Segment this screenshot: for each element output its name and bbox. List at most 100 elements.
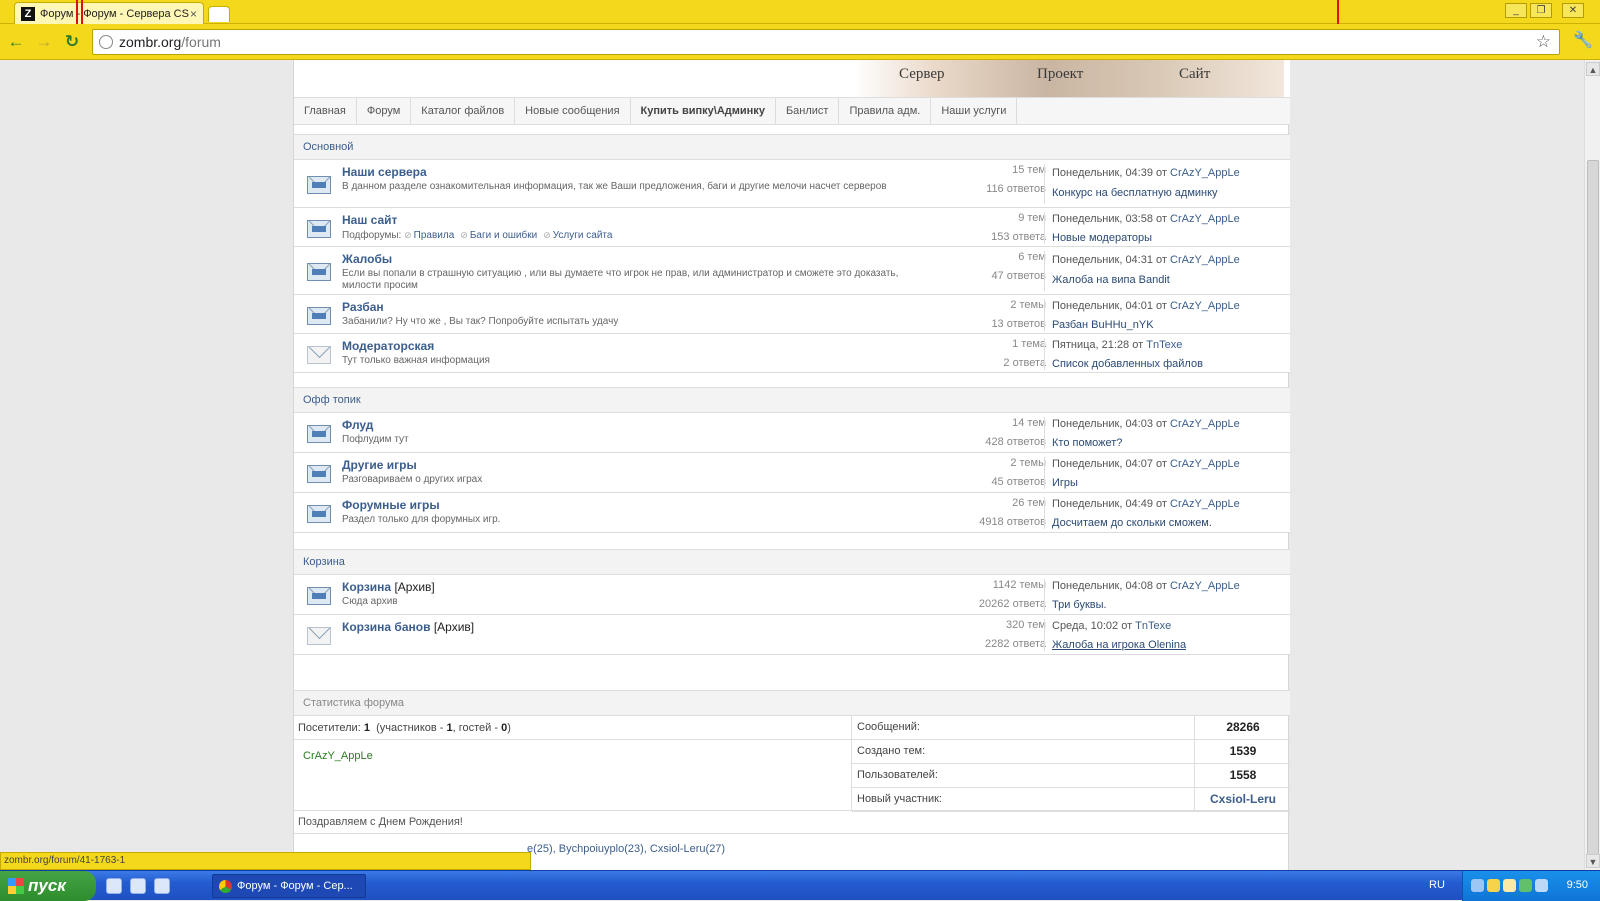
scroll-thumb[interactable] (1587, 160, 1599, 860)
banner-link-project[interactable]: Проект (1037, 66, 1083, 83)
media-icon[interactable] (154, 878, 170, 894)
tray-icon[interactable] (1519, 879, 1532, 892)
archive-label: [Архив] (394, 580, 435, 594)
stats-title: Статистика форума (294, 690, 1290, 716)
taskbar-item-browser[interactable]: Форум - Форум - Сер... (212, 874, 366, 898)
tray-icon[interactable] (1503, 879, 1516, 892)
forum-posts-count: 2 ответа (1003, 357, 1046, 369)
menu-files[interactable]: Каталог файлов (411, 98, 516, 124)
last-post-user[interactable]: TnTexe (1135, 620, 1171, 632)
banner-link-server[interactable]: Сервер (899, 66, 945, 83)
forum-title[interactable]: Другие игры (342, 458, 417, 472)
forum-description: Сюда архив (342, 596, 398, 607)
scroll-up-icon[interactable]: ▲ (1586, 62, 1600, 76)
tray-icon[interactable] (1487, 879, 1500, 892)
scroll-down-icon[interactable]: ▼ (1586, 854, 1600, 868)
last-post-user[interactable]: CrAzY_AppLe (1170, 300, 1240, 312)
last-post-user[interactable]: CrAzY_AppLe (1170, 254, 1240, 266)
forum-title[interactable]: Жалобы (342, 252, 392, 266)
wrench-icon[interactable]: 🔧 (1573, 30, 1593, 50)
last-post-time: Среда, 10:02 (1052, 620, 1119, 632)
last-post-user[interactable]: CrAzY_AppLe (1170, 458, 1240, 470)
last-post-topic[interactable]: Новые модераторы (1052, 232, 1152, 244)
last-post-user[interactable]: CrAzY_AppLe (1170, 213, 1240, 225)
forum-title[interactable]: Корзина (342, 580, 391, 594)
menu-buy-vip[interactable]: Купить випку\Админку (631, 98, 776, 124)
menu-forum[interactable]: Форум (357, 98, 412, 124)
forum-posts-count: 45 ответов (991, 476, 1046, 488)
start-button[interactable]: пуск (0, 871, 96, 901)
last-post-topic[interactable]: Разбан BuHHu_nYK (1052, 319, 1154, 331)
subforum-link[interactable]: Баги и ошибки (460, 230, 537, 241)
main-menu: Главная Форум Каталог файлов Новые сообщ… (294, 97, 1290, 125)
last-post-topic[interactable]: Конкурс на бесплатную админку (1052, 187, 1218, 199)
forum-title[interactable]: Наши сервера (342, 165, 427, 179)
visitors-line: Посетители: 1 (участников - 1, гостей - … (294, 716, 851, 740)
menu-new-posts[interactable]: Новые сообщения (515, 98, 631, 124)
last-post-topic[interactable]: Жалоба на игрока Olenina (1052, 639, 1186, 651)
globe-icon (99, 35, 113, 49)
last-post-user[interactable]: CrAzY_AppLe (1170, 418, 1240, 430)
last-post-topic[interactable]: Кто поможет? (1052, 437, 1122, 449)
minimize-icon[interactable]: _ (1505, 3, 1527, 18)
from-label: от (1156, 580, 1167, 592)
address-bar[interactable]: zombr.org/forum ☆ (92, 29, 1560, 55)
last-post-user[interactable]: TnTexe (1146, 339, 1182, 351)
newest-member-link[interactable]: Cxsiol-Leru (1194, 788, 1291, 811)
menu-home[interactable]: Главная (294, 98, 357, 124)
last-post-topic[interactable]: Три буквы. (1052, 599, 1107, 611)
tab-close-icon[interactable]: × (190, 7, 197, 21)
last-post-user[interactable]: CrAzY_AppLe (1170, 498, 1240, 510)
subforum-link[interactable]: Правила (404, 230, 454, 241)
last-post-topic[interactable]: Игры (1052, 477, 1078, 489)
birthday-list[interactable]: e(25), Bychpoiuyplo(23), Cxsiol-Leru(27) (527, 843, 725, 855)
last-post-topic[interactable]: Досчитаем до скольки сможем. (1052, 517, 1212, 529)
banner-link-site[interactable]: Сайт (1179, 66, 1210, 83)
forum-title[interactable]: Модераторская (342, 339, 434, 353)
forum-title[interactable]: Корзина банов (342, 620, 430, 634)
close-window-icon[interactable]: ✕ (1562, 3, 1584, 18)
tray-icon[interactable] (1471, 879, 1484, 892)
online-user[interactable]: CrAzY_AppLe (303, 750, 373, 762)
forum-title[interactable]: Наш сайт (342, 213, 397, 227)
subforum-link[interactable]: Услуги сайта (543, 230, 612, 241)
menu-banlist[interactable]: Банлист (776, 98, 840, 124)
last-post-user[interactable]: CrAzY_AppLe (1170, 580, 1240, 592)
forward-arrow-icon[interactable]: → (34, 32, 54, 52)
last-post-user[interactable]: CrAzY_AppLe (1170, 167, 1240, 179)
back-arrow-icon[interactable]: ← (6, 32, 26, 52)
forum-description: Разговариваем о других играх (342, 474, 483, 485)
stat-row: Создано тем: 1539 (852, 740, 1291, 764)
forum-title[interactable]: Разбан (342, 300, 384, 314)
new-tab-button[interactable] (208, 6, 230, 22)
language-indicator[interactable]: RU (1429, 879, 1445, 891)
forum-topics-count: 15 тем (1012, 164, 1046, 176)
browser-tab-active[interactable]: Z Форум - Форум - Сервера CS × (14, 2, 204, 24)
category-header[interactable]: Офф топик (294, 387, 1290, 413)
menu-services[interactable]: Наши услуги (931, 98, 1018, 124)
reload-icon[interactable]: ↻ (62, 32, 82, 52)
forum-row: Разбан Забанили? Ну что же , Вы так? Поп… (294, 295, 1290, 334)
page-scrollbar[interactable]: ▲ ▼ (1584, 60, 1600, 870)
maximize-icon[interactable]: ❐ (1530, 3, 1552, 18)
stat-label: Новый участник: (857, 793, 942, 805)
forum-posts-count: 2282 ответа (985, 638, 1046, 650)
stat-value: 1539 (1194, 740, 1291, 763)
tray-icon[interactable] (1535, 879, 1548, 892)
category-header[interactable]: Корзина (294, 549, 1290, 575)
last-post-topic[interactable]: Жалоба на випа Bandit (1052, 274, 1170, 286)
url-path: /forum (181, 34, 221, 50)
stat-value: 1558 (1194, 764, 1291, 787)
menu-rules[interactable]: Правила адм. (839, 98, 932, 124)
bookmark-star-icon[interactable]: ☆ (1536, 32, 1551, 52)
stats-grid: Сообщений: 28266 Создано тем: 1539 Пользов… (851, 716, 1291, 812)
quicklaunch-icon[interactable] (106, 878, 122, 894)
forum-title[interactable]: Форумные игры (342, 498, 440, 512)
last-post: Среда, 10:02 от TnTexe Жалоба на игрока … (1044, 619, 1274, 651)
forum-title[interactable]: Флуд (342, 418, 373, 432)
ie-icon[interactable] (130, 878, 146, 894)
site-favicon-icon: Z (21, 6, 35, 21)
category-header[interactable]: Основной (294, 134, 1290, 160)
last-post-topic[interactable]: Список добавленных файлов (1052, 358, 1203, 370)
forum-read-icon (307, 625, 331, 645)
